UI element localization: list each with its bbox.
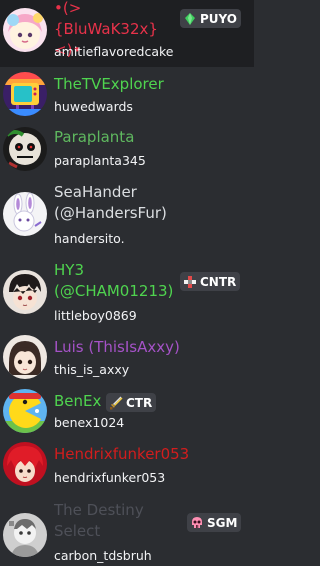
display-name[interactable]: Paraplanta <box>54 127 134 148</box>
tag-label: PUYO <box>200 11 238 26</box>
tag-label: SGM <box>207 515 238 530</box>
username: benex1024 <box>54 415 125 430</box>
member-row[interactable]: Luis (ThisIsAxxy) this_is_axxy <box>0 330 254 383</box>
username: huwedwards <box>54 99 133 114</box>
guild-tag[interactable]: CNTR <box>180 272 241 291</box>
display-name[interactable]: Luis (ThisIsAxxy) <box>54 337 180 358</box>
display-name[interactable]: TheTVExplorer <box>54 74 164 95</box>
anime-boy-avatar[interactable] <box>3 270 47 314</box>
member-row[interactable]: Paraplanta paraplanta345 <box>0 121 254 175</box>
username: handersito. <box>54 231 125 246</box>
member-row[interactable]: SeaHander (@HandersFur) handersito. <box>0 175 254 252</box>
member-row[interactable]: Hendrixfunker053 hendrixfunker053 <box>0 437 254 491</box>
tag-label: CNTR <box>200 274 237 289</box>
display-name[interactable]: HY3 (@CHAM01213) <box>54 260 173 302</box>
username: carbon_tdsbruh <box>54 548 152 563</box>
username: littleboy0869 <box>54 308 137 323</box>
member-row[interactable]: BenEx benex1024 CTR <box>0 383 254 437</box>
display-name[interactable]: SeaHander (@HandersFur) <box>54 182 167 224</box>
guild-tag[interactable]: PUYO <box>180 9 242 28</box>
white-rabbit-avatar[interactable] <box>3 192 47 236</box>
username: amitieflavoredcake <box>54 44 174 59</box>
guild-tag[interactable]: CTR <box>106 393 157 412</box>
pastel-girl-avatar[interactable] <box>3 8 47 52</box>
member-list: •(>{BluWaK32x}<)• amitieflavoredcake PUY… <box>0 0 254 566</box>
member-row[interactable]: TheTVExplorer huwedwards <box>0 67 254 121</box>
rainbow-tv-avatar[interactable] <box>3 72 47 116</box>
username: hendrixfunker053 <box>54 470 166 485</box>
red-hair-avatar[interactable] <box>3 442 47 486</box>
username: this_is_axxy <box>54 362 130 377</box>
display-name[interactable]: The Destiny Select <box>54 500 144 542</box>
gray-character-avatar[interactable] <box>3 513 47 557</box>
display-name[interactable]: Hendrixfunker053 <box>54 444 189 465</box>
pixel-controller-icon <box>184 275 196 288</box>
pacman-avatar[interactable] <box>3 389 47 433</box>
anime-girl-avatar[interactable] <box>3 335 47 379</box>
member-row[interactable]: •(>{BluWaK32x}<)• amitieflavoredcake PUY… <box>0 0 254 67</box>
display-name[interactable]: BenEx <box>54 391 101 412</box>
username: paraplanta345 <box>54 153 146 168</box>
skull-mask-avatar[interactable] <box>3 127 47 171</box>
pink-skull-icon <box>192 516 202 528</box>
member-row[interactable]: The Destiny Select carbon_tdsbruh SGM <box>0 491 254 566</box>
sword-icon <box>110 396 123 409</box>
tag-label: CTR <box>126 395 153 410</box>
member-row[interactable]: HY3 (@CHAM01213) littleboy0869 CNTR <box>0 252 254 330</box>
green-gem-icon <box>185 12 195 25</box>
guild-tag[interactable]: SGM <box>187 513 242 532</box>
